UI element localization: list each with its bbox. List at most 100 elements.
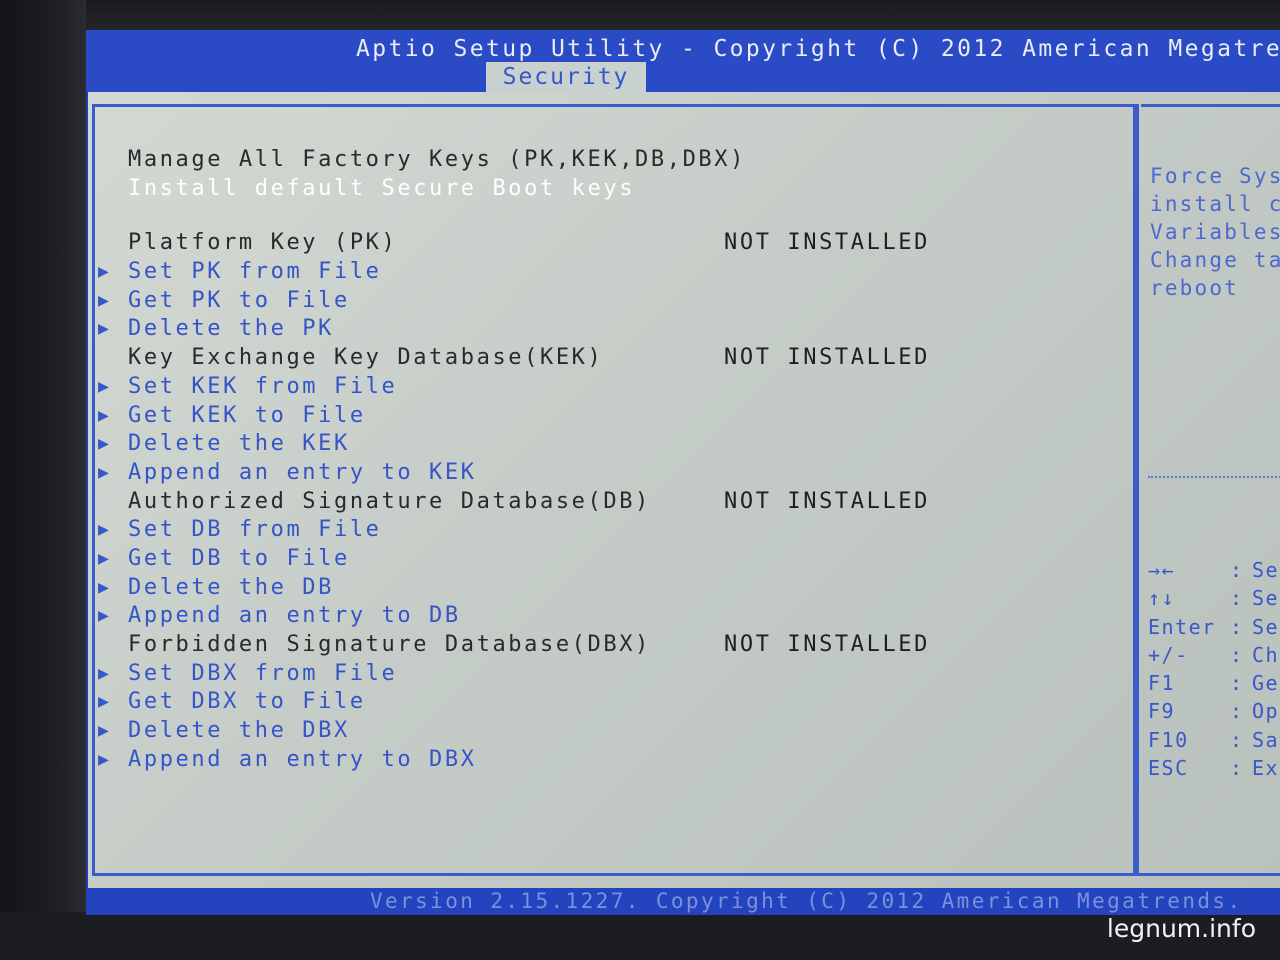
key-name: +/- [1148,642,1189,667]
secure-boot-key-menu: Manage All Factory Keys (PK,KEK,DB,DBX) I… [98,146,1008,775]
key-legend-row: Enter: Se [1148,613,1280,641]
menu-row-set-dbx-from-file[interactable]: ▶ Set DBX from File [98,660,1008,689]
submenu-arrow-icon: ▶ [98,691,112,713]
submenu-arrow-icon: ▶ [98,375,112,397]
help-description: Force Sys install c Variables Change ta rebo… [1150,162,1280,302]
key-legend-row: +/-: Ch [1148,641,1280,669]
key-name: Enter [1148,614,1216,639]
help-separator [1148,476,1280,479]
menu-row-delete-the-kek[interactable]: ▶ Delete the KEK [98,430,1008,459]
key-separator: : [1230,699,1244,724]
key-separator: : [1230,614,1244,639]
submenu-arrow-icon: ▶ [98,261,112,283]
menu-label: Set DBX from File [128,660,398,686]
menu-spacer [128,203,1008,229]
help-line: Force Sys [1150,164,1280,188]
help-line: Variables [1150,220,1280,244]
menu-row-set-pk-from-file[interactable]: ▶ Set PK from File [98,258,1008,287]
submenu-arrow-icon: ▶ [98,662,112,684]
key-name: →← [1148,558,1176,582]
menu-label: Set PK from File [128,259,382,285]
menu-label: Get PK to File [128,287,350,313]
key-separator: : [1230,671,1244,696]
key-description: Op [1252,699,1280,724]
key-description: Se [1252,558,1280,582]
bios-title: Aptio Setup Utility - Copyright (C) 2012… [356,36,1280,62]
menu-label: Set DB from File [128,517,382,543]
menu-row-get-kek-to-file[interactable]: ▶ Get KEK to File [98,402,1008,431]
menu-label: Get KEK to File [128,402,366,428]
menu-row-get-pk-to-file[interactable]: ▶ Get PK to File [98,287,1008,316]
help-frame-bottom [1139,873,1280,876]
menu-row-append-an-entry-to-db[interactable]: ▶ Append an entry to DB [98,602,1008,631]
key-description: Se [1252,586,1280,611]
key-name: F1 [1148,671,1176,696]
menu-row-platform-key-pk: Platform Key (PK) NOT INSTALLED [128,229,1008,258]
key-status-value: NOT INSTALLED [724,488,930,514]
menu-row-delete-the-db[interactable]: ▶ Delete the DB [98,574,1008,603]
key-legend-row: ESC: Ex [1148,754,1280,782]
key-separator: : [1230,727,1244,752]
help-line: Change ta [1150,248,1280,272]
submenu-arrow-icon: ▶ [98,289,112,311]
bios-footer: Version 2.15.1227. Copyright (C) 2012 Am… [86,888,1280,915]
key-description: Sa [1252,727,1280,752]
menu-row-delete-the-dbx[interactable]: ▶ Delete the DBX [98,717,1008,746]
key-legend: →←: Se ↑↓: Se Enter: Se +/-: Ch F1: Ge F9: Op F10: Sa… [1148,556,1280,782]
key-status-value: NOT INSTALLED [724,230,930,256]
key-description: Se [1252,614,1280,639]
key-status-value: NOT INSTALLED [724,345,930,371]
key-name: F10 [1148,727,1189,752]
help-line: install c [1150,192,1280,216]
menu-row-get-dbx-to-file[interactable]: ▶ Get DBX to File [98,688,1008,717]
key-separator: : [1230,586,1244,611]
submenu-arrow-icon: ▶ [98,576,112,598]
menu-row-forbidden-signature-database-dbx: Forbidden Signature Database(DBX) NOT INS… [128,631,1008,660]
menu-row-delete-the-pk[interactable]: ▶ Delete the PK [98,315,1008,344]
menu-row-get-db-to-file[interactable]: ▶ Get DB to File [98,545,1008,574]
key-name: ↑↓ [1148,586,1176,611]
menu-label: Key Exchange Key Database(KEK) [128,345,604,371]
menu-label: Manage All Factory Keys (PK,KEK,DB,DBX) [128,147,746,172]
security-panel: Manage All Factory Keys (PK,KEK,DB,DBX) I… [88,92,1280,896]
menu-row-set-kek-from-file[interactable]: ▶ Set KEK from File [98,373,1008,402]
submenu-arrow-icon: ▶ [98,519,112,541]
tab-security[interactable]: Security [486,62,646,92]
submenu-arrow-icon: ▶ [98,461,112,483]
help-line: reboot [1150,276,1240,300]
menu-label: Authorized Signature Database(DB) [128,488,651,514]
menu-row-manage-all-factory-keys-pk-kek-db-dbx: Manage All Factory Keys (PK,KEK,DB,DBX) [128,146,1008,175]
menu-row-append-an-entry-to-kek[interactable]: ▶ Append an entry to KEK [98,459,1008,488]
key-name: F9 [1148,699,1176,724]
key-legend-row: F9: Op [1148,697,1280,725]
key-legend-row: F10: Sa [1148,726,1280,754]
menu-label: Append an entry to KEK [128,459,477,485]
menu-label: Set KEK from File [128,373,398,399]
bios-screen: Aptio Setup Utility - Copyright (C) 2012… [86,30,1280,915]
version-text: Version 2.15.1227. Copyright (C) 2012 Am… [370,889,1243,913]
submenu-arrow-icon: ▶ [98,748,112,770]
key-legend-row: →←: Se [1148,556,1280,584]
menu-row-set-db-from-file[interactable]: ▶ Set DB from File [98,516,1008,545]
submenu-arrow-icon: ▶ [98,404,112,426]
menu-row-authorized-signature-database-db: Authorized Signature Database(DB) NOT INS… [128,488,1008,517]
menu-label: Forbidden Signature Database(DBX) [128,632,651,657]
menu-row-append-an-entry-to-dbx[interactable]: ▶ Append an entry to DBX [98,746,1008,775]
key-description: Ge [1252,671,1280,696]
submenu-arrow-icon: ▶ [98,433,112,455]
bios-header: Aptio Setup Utility - Copyright (C) 2012… [86,30,1280,92]
key-name: ESC [1148,756,1189,781]
menu-label: Append an entry to DB [128,603,461,629]
key-legend-row: F1: Ge [1148,669,1280,697]
submenu-arrow-icon: ▶ [98,605,112,627]
key-description: Ch [1252,642,1280,667]
key-description: Ex [1252,756,1280,781]
menu-label: Install default Secure Boot keys [128,175,636,201]
menu-row-install-default-secure-boot-keys[interactable]: Install default Secure Boot keys [128,175,1008,204]
key-legend-row: ↑↓: Se [1148,584,1280,612]
key-separator: : [1230,642,1244,667]
monitor-bezel-left [0,0,86,960]
menu-label: Get DBX to File [128,689,366,715]
key-status-value: NOT INSTALLED [724,632,930,657]
menu-row-key-exchange-key-database-kek: Key Exchange Key Database(KEK) NOT INSTAL… [128,344,1008,373]
